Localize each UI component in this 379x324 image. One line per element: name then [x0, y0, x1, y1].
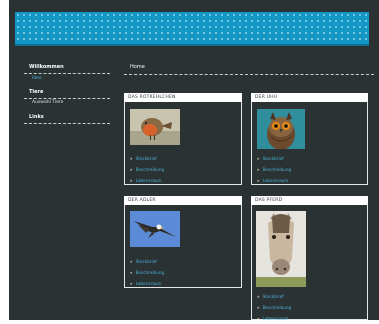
link-steckbrief[interactable]: » Steckbrief [257, 291, 291, 302]
sidebar-nav: Willkommen Idee Tiere Auswahl Tiere Link… [24, 62, 110, 124]
link-beschreibung[interactable]: » Beschreibung [257, 164, 291, 175]
card-adler: DER ADLER » Steckbrief » Beschreibung » Leb… [124, 196, 242, 288]
nav-subitem-auswahl-tiere[interactable]: Auswahl Tiere [24, 99, 110, 107]
link-beschreibung[interactable]: » Beschreibung [130, 267, 164, 278]
eagle-photo[interactable] [130, 211, 180, 247]
nav-item-tiere[interactable]: Tiere [24, 87, 110, 99]
nav-item-willkommen[interactable]: Willkommen [24, 62, 110, 74]
header-banner [15, 12, 369, 44]
nav-subitem-idee[interactable]: Idee [24, 74, 110, 82]
card-title[interactable]: DAS PFERD [251, 196, 368, 205]
page-title: Home [124, 62, 374, 75]
card-rotkehlchen: DAS ROTKEHLCHEN » Steckbrief » Beschreibun… [124, 93, 242, 185]
card-title[interactable]: DAS ROTKEHLCHEN [124, 93, 242, 102]
link-steckbrief[interactable]: » Steckbrief [257, 153, 291, 164]
card-links: » Steckbrief » Beschreibung » Lebensraum [130, 153, 164, 186]
nav-item-links[interactable]: Links [24, 112, 110, 124]
eagle-owl-photo[interactable] [257, 109, 305, 150]
link-lebensraum[interactable]: » Lebensraum [130, 278, 164, 289]
card-uhu: DER UHU » Steckbrief » Beschreibung » Leben… [251, 93, 368, 185]
link-steckbrief[interactable]: » Steckbrief [130, 256, 164, 267]
card-links: » Steckbrief » Beschreibung » Lebensraum [257, 291, 291, 324]
robin-photo[interactable] [130, 109, 180, 145]
card-pferd: DAS PFERD » Steckbrief » Beschreibung » Leb… [251, 196, 368, 321]
link-beschreibung[interactable]: » Beschreibung [257, 302, 291, 313]
header-divider [15, 44, 369, 46]
card-title[interactable]: DER ADLER [124, 196, 242, 205]
link-lebensraum[interactable]: » Lebensraum [130, 175, 164, 186]
card-links: » Steckbrief » Beschreibung » Lebensraum [130, 256, 164, 289]
link-beschreibung[interactable]: » Beschreibung [130, 164, 164, 175]
card-links: » Steckbrief » Beschreibung » Lebensraum [257, 153, 291, 186]
link-steckbrief[interactable]: » Steckbrief [130, 153, 164, 164]
link-lebensraum[interactable]: » Lebensraum [257, 313, 291, 324]
link-lebensraum[interactable]: » Lebensraum [257, 175, 291, 186]
horse-photo[interactable] [256, 211, 306, 287]
card-title[interactable]: DER UHU [251, 93, 368, 102]
